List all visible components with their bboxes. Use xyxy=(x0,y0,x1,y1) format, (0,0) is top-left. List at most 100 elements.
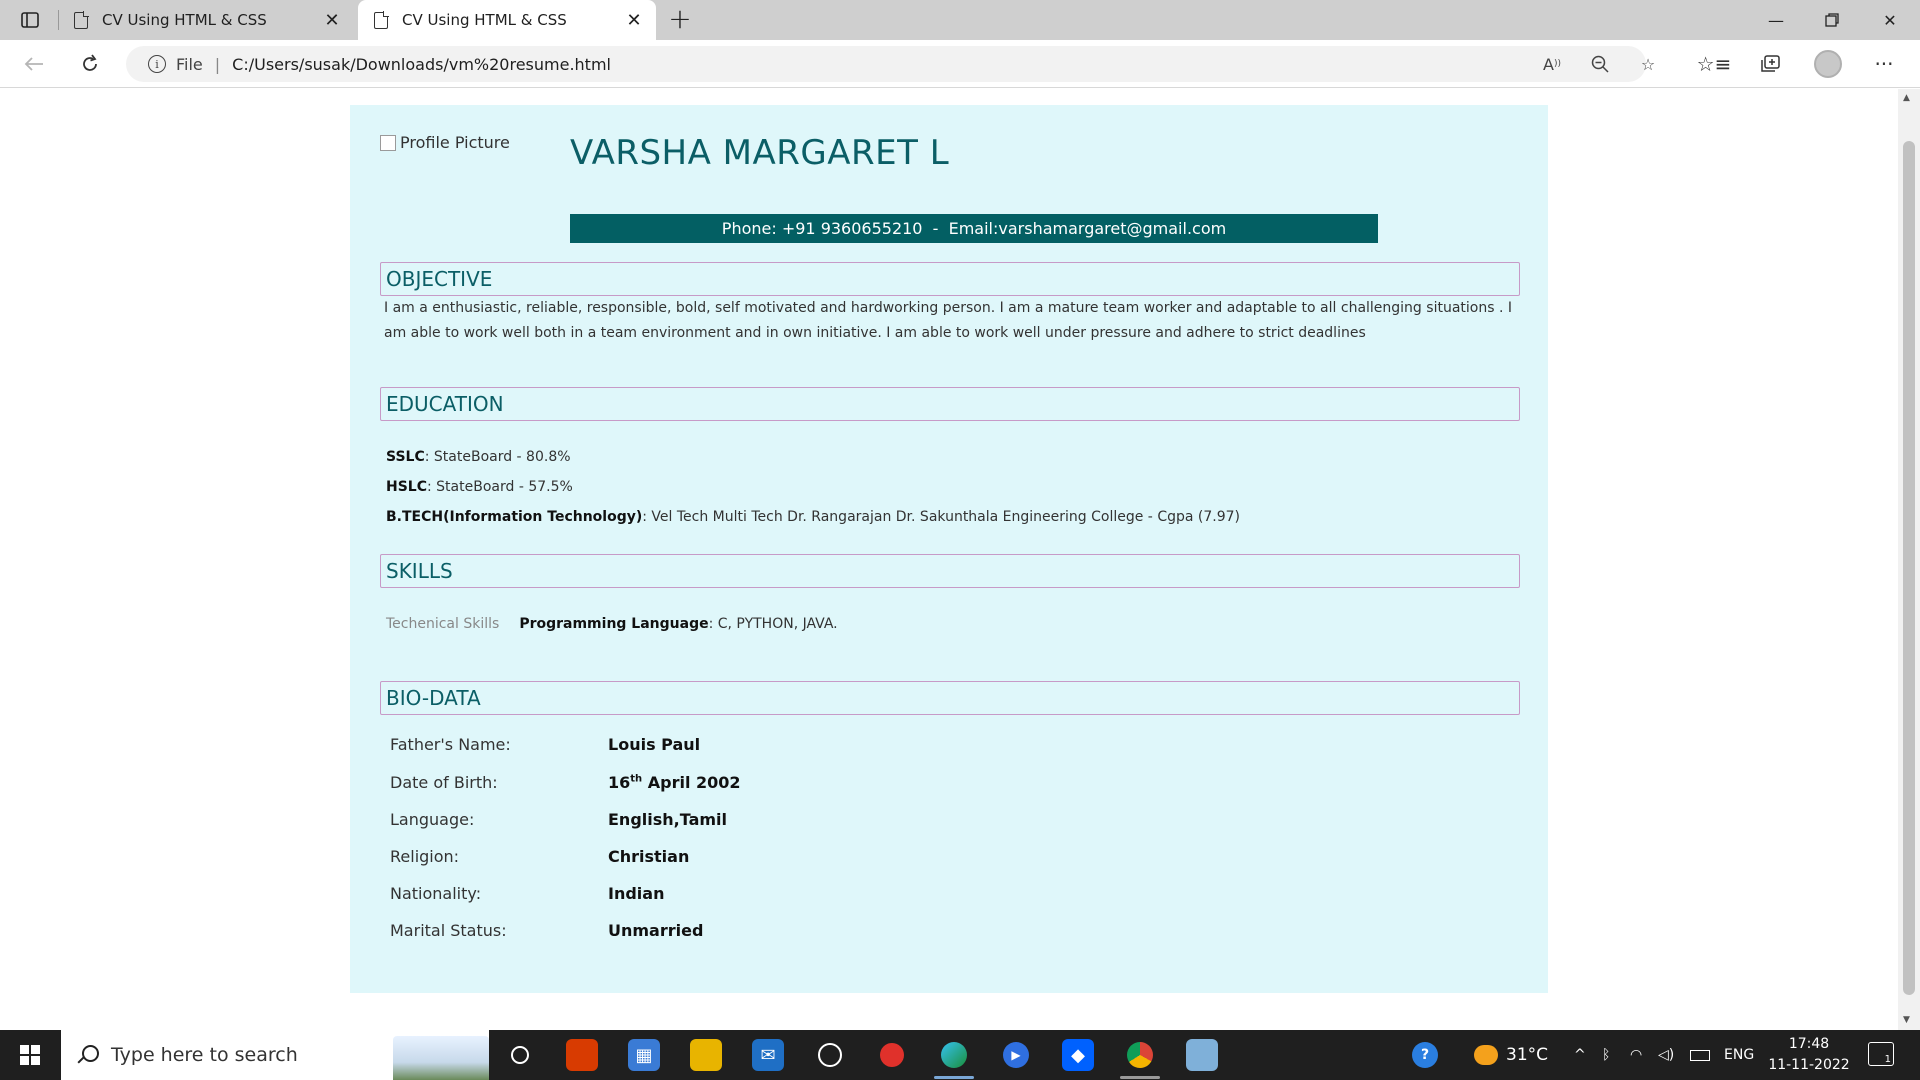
biodata-value: Indian xyxy=(608,884,665,903)
read-aloud-icon[interactable]: A)) xyxy=(1536,46,1568,82)
weather-cloud-icon xyxy=(1474,1045,1498,1065)
skill-category: Techenical Skills xyxy=(386,616,500,632)
clock-time: 17:48 xyxy=(1788,1036,1830,1052)
objective-heading: OBJECTIVE xyxy=(380,262,1520,296)
biodata-label: Marital Status: xyxy=(390,921,507,940)
input-language[interactable]: ENG xyxy=(1724,1030,1754,1080)
collections-icon xyxy=(1761,55,1780,72)
settings-more-button[interactable]: ··· xyxy=(1868,48,1900,80)
birth-month-year: April 2002 xyxy=(642,773,741,792)
refresh-icon xyxy=(83,54,97,71)
scrollbar-thumb[interactable] xyxy=(1903,141,1915,995)
biodata-label: Religion: xyxy=(390,847,460,866)
dropbox-icon[interactable]: ◆ xyxy=(1062,1039,1094,1071)
help-icon[interactable]: ? xyxy=(1412,1030,1438,1080)
education-item: SSLC: StateBoard - 80.8% xyxy=(386,449,571,465)
cv-container: Profile Picture VARSHA MARGARET L Phone:… xyxy=(350,105,1548,993)
system-clock[interactable]: 17:48 11-11-2022 xyxy=(1764,1034,1854,1076)
page-viewport: Profile Picture VARSHA MARGARET L Phone:… xyxy=(0,89,1898,1030)
profile-picture: Profile Picture xyxy=(380,133,510,152)
mail-icon[interactable]: ✉ xyxy=(752,1039,784,1071)
tab-title: CV Using HTML & CSS xyxy=(102,11,267,29)
biodata-label: Nationality: xyxy=(390,884,482,903)
weather-widget[interactable]: 31°C xyxy=(1474,1030,1548,1080)
tab-strip: CV Using HTML & CSS ✕ CV Using HTML & CS… xyxy=(0,0,1920,40)
show-hidden-icons-chevron-icon[interactable]: ^ xyxy=(1574,1030,1586,1080)
active-app-indicator xyxy=(934,1076,974,1079)
notepad-icon[interactable] xyxy=(1186,1039,1218,1071)
back-button[interactable] xyxy=(18,48,50,80)
biodata-value: Christian xyxy=(608,847,690,866)
skill-label: Programming Language xyxy=(519,616,709,632)
profile-avatar[interactable] xyxy=(1814,50,1842,78)
running-app-indicator xyxy=(1120,1076,1160,1079)
biodata-label: Date of Birth: xyxy=(390,773,498,792)
close-tab-icon[interactable]: ✕ xyxy=(620,6,648,34)
address-divider: | xyxy=(214,54,221,74)
biodata-value: Louis Paul xyxy=(608,735,701,754)
file-explorer-icon[interactable] xyxy=(690,1039,722,1071)
notification-center-button[interactable]: 1 xyxy=(1868,1042,1894,1066)
education-degree: B.TECH(Information Technology) xyxy=(386,509,643,525)
biodata-value: English,Tamil xyxy=(608,810,728,829)
minimize-button[interactable]: — xyxy=(1748,0,1804,40)
close-window-button[interactable]: ✕ xyxy=(1862,0,1918,40)
url-text[interactable]: C:/Users/susak/Downloads/vm%20resume.htm… xyxy=(232,55,611,74)
collections-button[interactable] xyxy=(1754,48,1786,80)
wifi-icon[interactable]: ◠ xyxy=(1630,1030,1642,1080)
windows-logo-icon xyxy=(20,1045,40,1065)
scroll-up-icon[interactable]: ▲ xyxy=(1903,93,1910,103)
birth-day: 16 xyxy=(608,773,631,792)
favorites-button[interactable]: ☆≡ xyxy=(1696,48,1732,80)
birth-day-suffix: th xyxy=(630,773,643,785)
cortana-icon[interactable] xyxy=(504,1039,536,1071)
scheme-label: File xyxy=(176,54,203,74)
biodata-row: Nationality: Indian xyxy=(390,884,664,903)
new-tab-button[interactable]: + xyxy=(664,4,696,36)
temperature: 31°C xyxy=(1506,1045,1549,1065)
vpn-shield-icon[interactable] xyxy=(876,1039,908,1071)
office-icon[interactable] xyxy=(566,1039,598,1071)
refresh-button[interactable] xyxy=(74,48,106,80)
battery-icon[interactable] xyxy=(1690,1030,1710,1080)
education-degree: HSLC xyxy=(386,479,427,495)
taskbar-search-box[interactable]: Type here to search xyxy=(61,1030,489,1080)
search-placeholder: Type here to search xyxy=(111,1044,298,1066)
education-item: HSLC: StateBoard - 57.5% xyxy=(386,479,573,495)
contact-bar: Phone: +91 9360655210 - Email:varshamarg… xyxy=(570,214,1378,243)
skills-row: Techenical Skills Programming Language: … xyxy=(386,616,838,632)
broken-image-icon xyxy=(380,134,396,151)
tab-actions-menu-button[interactable] xyxy=(14,8,46,32)
biodata-value: Unmarried xyxy=(608,921,704,940)
chrome-icon[interactable] xyxy=(1124,1039,1156,1071)
biodata-label: Language: xyxy=(390,810,475,829)
close-tab-icon[interactable]: ✕ xyxy=(318,6,346,34)
education-detail: : StateBoard - 80.8% xyxy=(424,449,571,465)
media-player-icon[interactable]: ▶ xyxy=(1000,1039,1032,1071)
profile-picture-alt: Profile Picture xyxy=(400,133,510,152)
education-degree: SSLC xyxy=(386,449,425,465)
biodata-label: Father's Name: xyxy=(390,735,511,754)
tab-active[interactable]: CV Using HTML & CSS ✕ xyxy=(358,0,656,40)
tab-inactive[interactable]: CV Using HTML & CSS ✕ xyxy=(58,0,354,40)
restore-button[interactable] xyxy=(1804,0,1860,40)
github-icon[interactable] xyxy=(814,1039,846,1071)
bluetooth-icon[interactable]: ᛒ xyxy=(1602,1030,1610,1080)
birth-date-value: 16th April 2002 xyxy=(608,773,741,792)
scroll-down-icon[interactable]: ▼ xyxy=(1903,1015,1910,1025)
address-bar[interactable]: i File | C:/Users/susak/Downloads/vm%20r… xyxy=(126,46,1655,82)
more-icon: ··· xyxy=(1874,52,1894,76)
edge-browser-icon[interactable] xyxy=(938,1039,970,1071)
page-scrollbar[interactable]: ▲ ▼ xyxy=(1898,89,1920,1030)
search-highlight-image xyxy=(393,1036,489,1080)
clock-date: 11-11-2022 xyxy=(1768,1057,1850,1073)
info-icon[interactable]: i xyxy=(148,55,166,73)
microsoft-store-icon[interactable]: ▦ xyxy=(628,1039,660,1071)
education-detail: : Vel Tech Multi Tech Dr. Rangarajan Dr.… xyxy=(642,509,1240,525)
start-button[interactable] xyxy=(0,1030,60,1080)
add-favorite-icon[interactable]: ☆ xyxy=(1632,46,1664,82)
favorites-icon: ☆≡ xyxy=(1696,52,1732,76)
volume-icon[interactable]: ◁) xyxy=(1658,1030,1674,1080)
biodata-row: Date of Birth: 16th April 2002 xyxy=(390,773,741,792)
zoom-out-icon[interactable] xyxy=(1584,46,1616,82)
